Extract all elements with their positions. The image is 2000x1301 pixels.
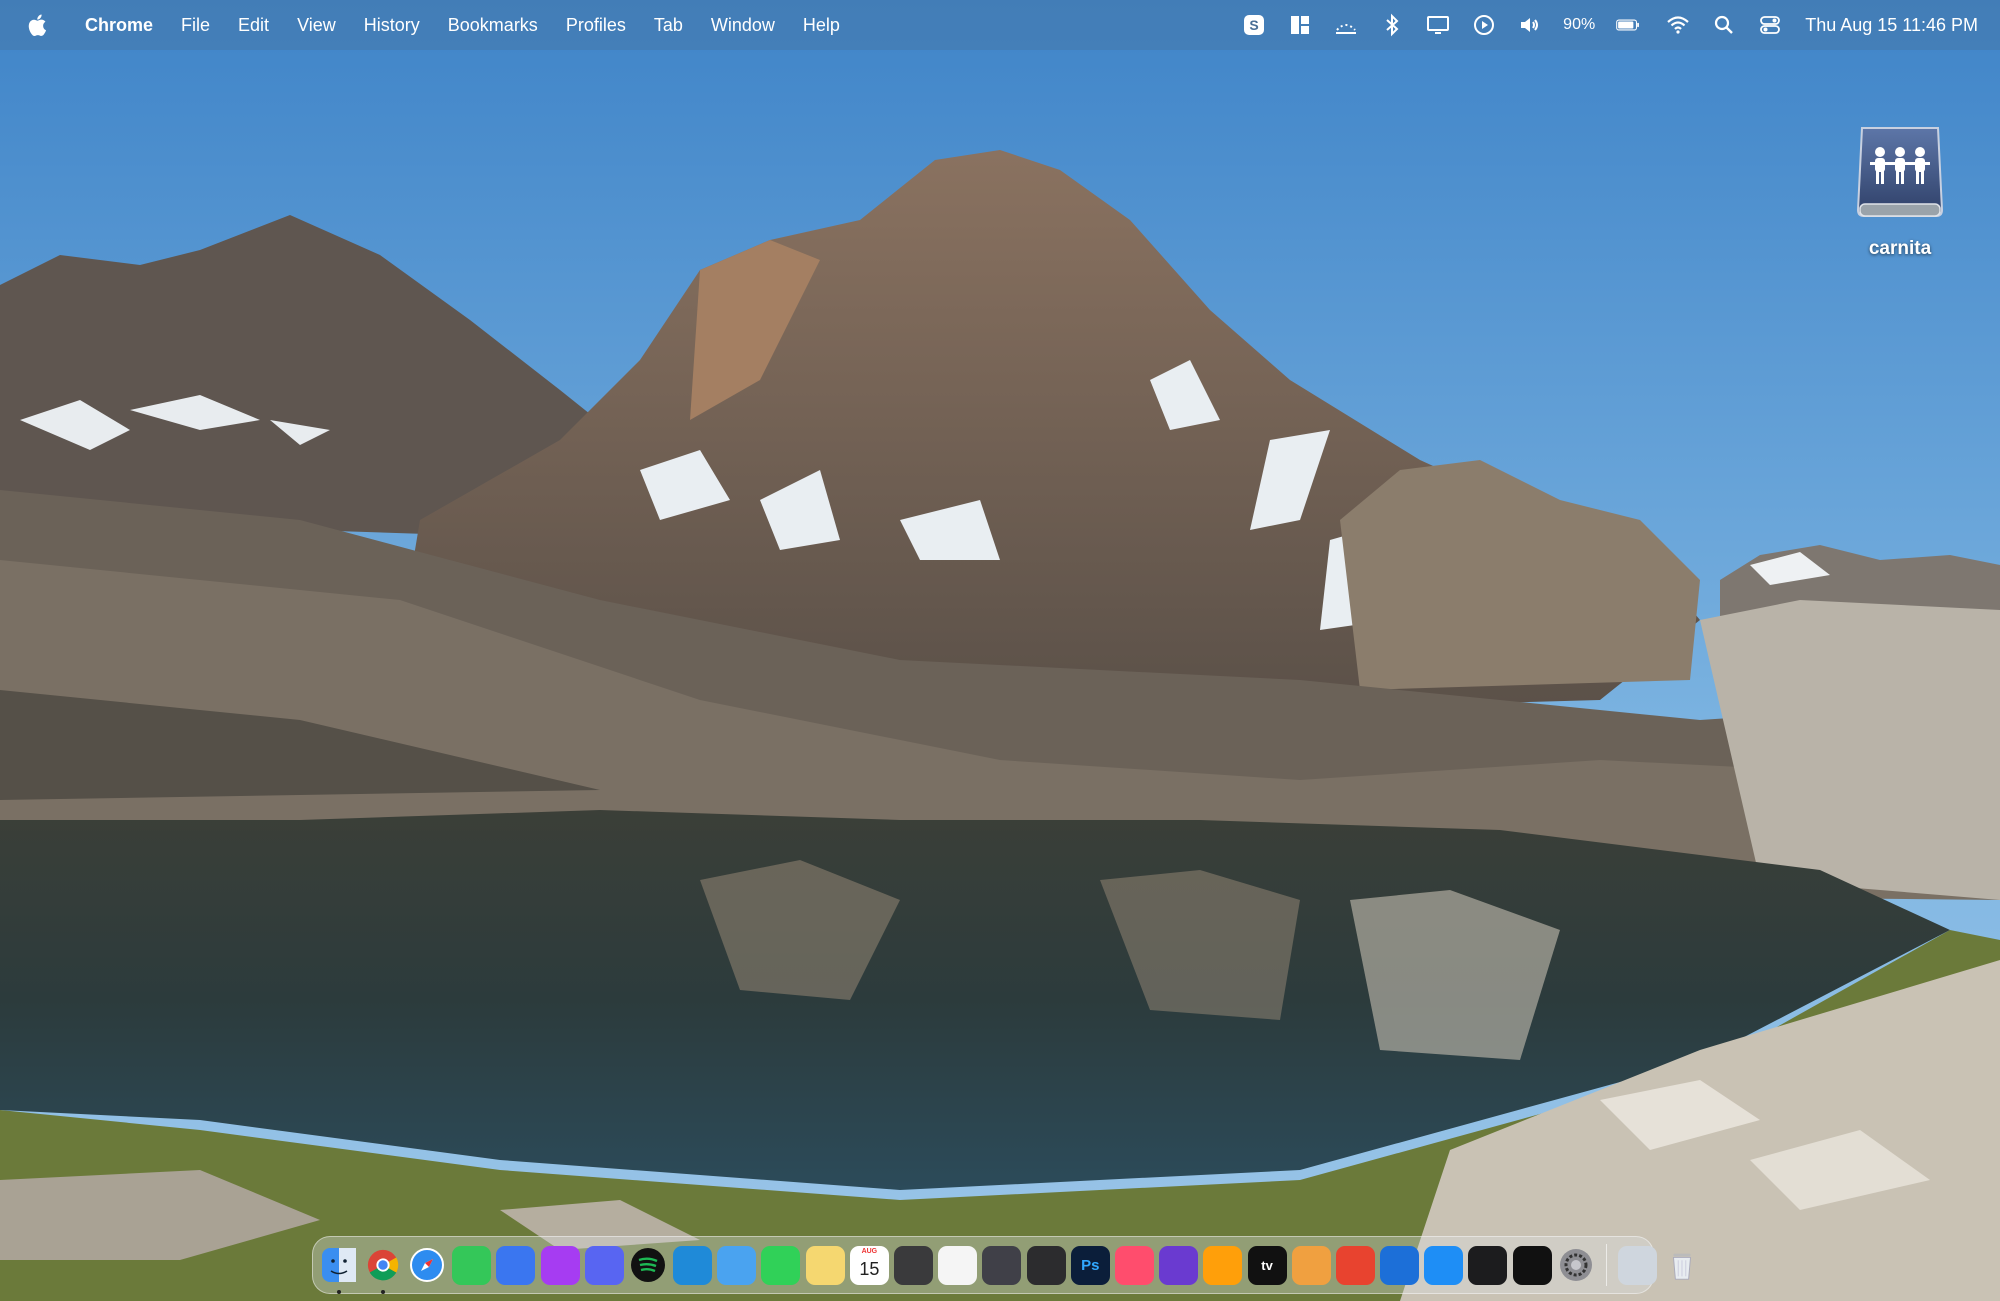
dock-safari-icon[interactable]	[408, 1246, 447, 1285]
dock-mail-icon[interactable]	[717, 1245, 757, 1285]
volume-icon[interactable]	[1516, 11, 1544, 39]
apple-logo-icon[interactable]	[25, 10, 51, 40]
network-share-drive-icon[interactable]	[1850, 120, 1950, 230]
desktop-drive-carnita[interactable]: carnita	[1840, 120, 1960, 260]
display-icon[interactable]	[1424, 11, 1452, 39]
dock-separator	[1606, 1244, 1608, 1286]
dock-downloads-stack-icon[interactable]	[1618, 1245, 1658, 1285]
dock-vivaldi-icon[interactable]	[938, 1245, 978, 1285]
dock-photos-icon[interactable]	[1291, 1245, 1331, 1285]
dock-discord-icon[interactable]	[584, 1245, 624, 1285]
menu-help[interactable]: Help	[789, 0, 854, 50]
dock-chess-icon[interactable]	[982, 1245, 1022, 1285]
dock-notes-icon[interactable]	[805, 1245, 845, 1285]
skype-icon[interactable]: S	[1240, 11, 1268, 39]
dock-messenger-icon[interactable]	[540, 1245, 580, 1285]
dock-finder-icon[interactable]	[320, 1246, 359, 1294]
dock-red-app-icon[interactable]	[1335, 1245, 1375, 1285]
battery-icon[interactable]	[1610, 11, 1646, 39]
apple-tv-label: tv	[1261, 1257, 1273, 1273]
dock-audio-app-icon[interactable]	[1159, 1245, 1199, 1285]
dock-terminal-icon[interactable]	[1512, 1245, 1552, 1285]
desktop-wallpaper	[0, 0, 2000, 1301]
weather-icon[interactable]	[1332, 11, 1360, 39]
wifi-icon[interactable]	[1664, 11, 1692, 39]
menubar-clock[interactable]: Thu Aug 15 11:46 PM	[1805, 15, 1978, 36]
dock-system-settings-icon[interactable]	[1557, 1246, 1596, 1285]
dock-messages-icon[interactable]	[452, 1245, 492, 1285]
dock-keyboard-viewer-icon[interactable]	[894, 1245, 934, 1285]
menu-history[interactable]: History	[350, 0, 434, 50]
svg-text:S: S	[1250, 17, 1259, 33]
dock-signal-icon[interactable]	[496, 1245, 536, 1285]
dock-photoshop-icon[interactable]: Ps	[1070, 1245, 1110, 1285]
window-layout-icon[interactable]	[1286, 11, 1314, 39]
dock-calendar-icon[interactable]: AUG 15	[849, 1245, 889, 1285]
dock-trash-icon[interactable]	[1662, 1246, 1701, 1285]
bluetooth-icon[interactable]	[1378, 11, 1406, 39]
dock-activity-monitor-icon[interactable]	[1468, 1245, 1508, 1285]
menu-view[interactable]: View	[283, 0, 350, 50]
dock-apple-tv-icon[interactable]: tv	[1247, 1245, 1287, 1285]
menu-app-name[interactable]: Chrome	[71, 0, 167, 50]
running-indicator	[337, 1289, 342, 1294]
calendar-month: AUG	[861, 1247, 878, 1255]
control-center-icon[interactable]	[1756, 11, 1784, 39]
dock-pages-icon[interactable]	[1203, 1245, 1243, 1285]
search-icon[interactable]	[1710, 11, 1738, 39]
menu-file[interactable]: File	[167, 0, 224, 50]
menu-edit[interactable]: Edit	[224, 0, 283, 50]
menu-tab[interactable]: Tab	[640, 0, 697, 50]
running-indicator	[381, 1289, 386, 1294]
dock: AUG 15 Ps tv	[312, 1236, 1691, 1294]
menu-profiles[interactable]: Profiles	[552, 0, 640, 50]
desktop-drive-label[interactable]: carnita	[1840, 238, 1960, 260]
dock-creative-cloud-icon[interactable]	[1114, 1245, 1154, 1285]
battery-percentage: 90%	[1563, 16, 1596, 33]
dock-vscode-icon[interactable]	[673, 1245, 713, 1285]
dock-xcode-editor-icon[interactable]	[1380, 1245, 1420, 1285]
dock-spotify-icon[interactable]	[629, 1246, 668, 1285]
dock-final-cut-icon[interactable]	[1026, 1245, 1066, 1285]
dock-facetime-icon[interactable]	[761, 1245, 801, 1285]
menu-window[interactable]: Window	[697, 0, 789, 50]
calendar-day: 15	[859, 1258, 880, 1279]
menu-bookmarks[interactable]: Bookmarks	[434, 0, 552, 50]
photoshop-label: Ps	[1081, 1256, 1100, 1274]
dock-chrome-icon[interactable]	[364, 1246, 403, 1294]
menu-bar: Chrome File Edit View History Bookmarks …	[0, 0, 2000, 50]
dock-app-store-icon[interactable]	[1424, 1245, 1464, 1285]
play-icon[interactable]	[1470, 11, 1498, 39]
